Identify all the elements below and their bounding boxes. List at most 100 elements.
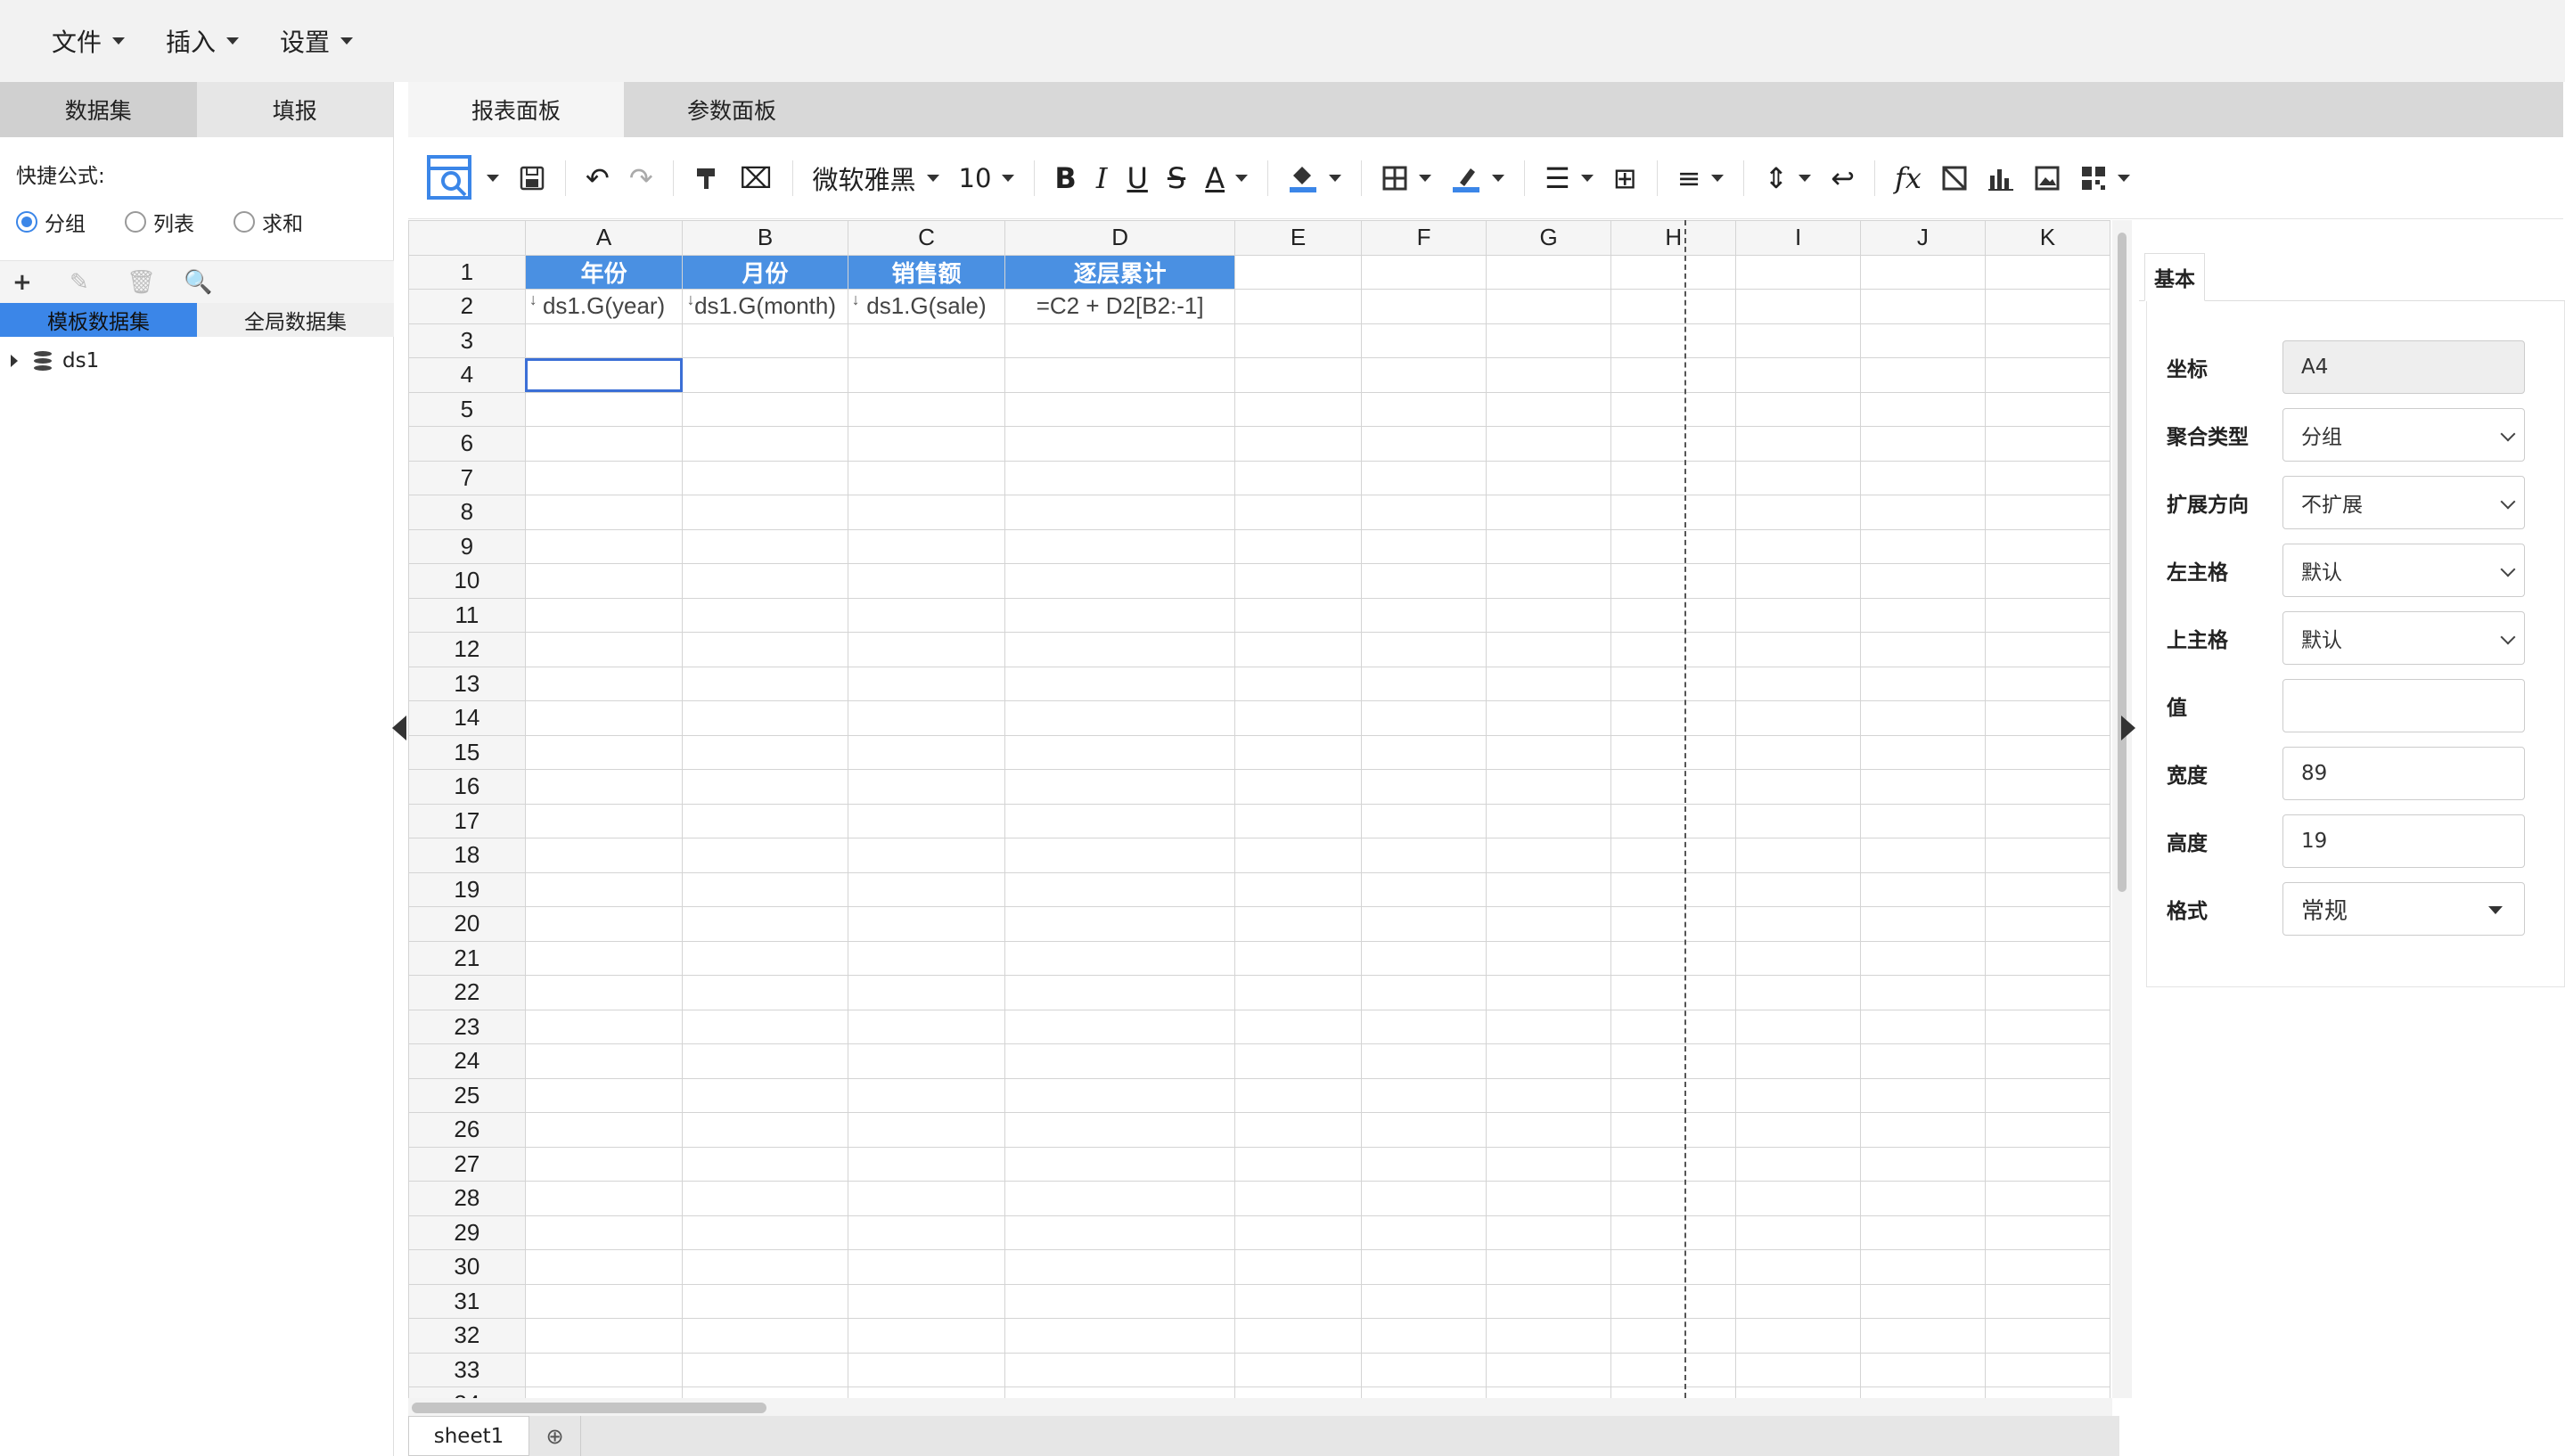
- cell-c22[interactable]: [847, 975, 1006, 1010]
- cell-a4[interactable]: [524, 357, 684, 393]
- cell-i3[interactable]: [1735, 323, 1861, 358]
- cell-d33[interactable]: [1004, 1352, 1236, 1387]
- cell-j13[interactable]: [1859, 666, 1986, 701]
- cell-g2[interactable]: [1486, 289, 1612, 324]
- cell-j24[interactable]: [1859, 1043, 1986, 1079]
- cell-a3[interactable]: [524, 323, 684, 358]
- cell-d9[interactable]: [1004, 528, 1236, 564]
- cell-d2[interactable]: =C2 + D2[B2:-1]: [1004, 289, 1236, 324]
- horizontal-scrollbar-thumb[interactable]: [412, 1403, 766, 1413]
- cell-g33[interactable]: [1486, 1352, 1612, 1387]
- row-header[interactable]: 7: [408, 460, 526, 495]
- cell-d19[interactable]: [1004, 871, 1236, 907]
- radio-group[interactable]: 分组: [16, 207, 86, 237]
- cell-b18[interactable]: [682, 838, 848, 873]
- cell-a28[interactable]: [524, 1181, 684, 1216]
- cell-b4[interactable]: [682, 357, 848, 393]
- cell-g14[interactable]: [1486, 700, 1612, 736]
- cell-j15[interactable]: [1859, 734, 1986, 770]
- horizontal-align-button[interactable]: ≡: [1677, 161, 1725, 195]
- cell-h10[interactable]: [1610, 563, 1737, 599]
- cell-c16[interactable]: [847, 769, 1006, 805]
- cell-f6[interactable]: [1361, 426, 1487, 462]
- cell-h19[interactable]: [1610, 871, 1737, 907]
- cell-g21[interactable]: [1486, 940, 1612, 976]
- row-header[interactable]: 6: [408, 426, 526, 462]
- row-header[interactable]: 10: [408, 563, 526, 599]
- cell-j18[interactable]: [1859, 838, 1986, 873]
- cell-h15[interactable]: [1610, 734, 1737, 770]
- cell-f7[interactable]: [1361, 460, 1487, 495]
- row-header[interactable]: 28: [408, 1181, 526, 1216]
- cell-f1[interactable]: [1361, 254, 1487, 290]
- cell-f24[interactable]: [1361, 1043, 1487, 1079]
- cell-c29[interactable]: [847, 1215, 1006, 1250]
- format-painter-button[interactable]: [693, 165, 720, 192]
- grid-corner[interactable]: [408, 220, 526, 256]
- font-color-button[interactable]: A: [1205, 161, 1249, 195]
- cell-h29[interactable]: [1610, 1215, 1737, 1250]
- cell-a22[interactable]: [524, 975, 684, 1010]
- save-button[interactable]: [519, 165, 545, 192]
- cell-a17[interactable]: [524, 803, 684, 838]
- cell-c24[interactable]: [847, 1043, 1006, 1079]
- cell-a31[interactable]: [524, 1283, 684, 1319]
- row-header[interactable]: 1: [408, 254, 526, 290]
- cell-h28[interactable]: [1610, 1181, 1737, 1216]
- cell-i5[interactable]: [1735, 391, 1861, 427]
- cell-i10[interactable]: [1735, 563, 1861, 599]
- cell-g15[interactable]: [1486, 734, 1612, 770]
- cell-h30[interactable]: [1610, 1249, 1737, 1285]
- cell-h13[interactable]: [1610, 666, 1737, 701]
- cell-d8[interactable]: [1004, 495, 1236, 530]
- cell-c19[interactable]: [847, 871, 1006, 907]
- undo-button[interactable]: ↶: [586, 161, 610, 195]
- cell-e8[interactable]: [1234, 495, 1363, 530]
- row-header[interactable]: 18: [408, 838, 526, 873]
- cell-j23[interactable]: [1859, 1009, 1986, 1044]
- cell-b1[interactable]: 月份: [682, 254, 848, 290]
- cell-g11[interactable]: [1486, 597, 1612, 633]
- row-header[interactable]: 32: [408, 1318, 526, 1354]
- cell-k22[interactable]: [1984, 975, 2110, 1010]
- cell-b17[interactable]: [682, 803, 848, 838]
- add-dataset-icon[interactable]: +: [12, 269, 70, 296]
- cell-h5[interactable]: [1610, 391, 1737, 427]
- cell-g3[interactable]: [1486, 323, 1612, 358]
- cell-c28[interactable]: [847, 1181, 1006, 1216]
- cell-a20[interactable]: [524, 906, 684, 942]
- insert-chart-button[interactable]: [1987, 165, 2014, 192]
- cell-j1[interactable]: [1859, 254, 1986, 290]
- cell-g19[interactable]: [1486, 871, 1612, 907]
- cell-i32[interactable]: [1735, 1318, 1861, 1354]
- row-header[interactable]: 17: [408, 803, 526, 838]
- cell-h33[interactable]: [1610, 1352, 1737, 1387]
- cell-b23[interactable]: [682, 1009, 848, 1044]
- cell-h23[interactable]: [1610, 1009, 1737, 1044]
- cell-h1[interactable]: [1610, 254, 1737, 290]
- cell-g17[interactable]: [1486, 803, 1612, 838]
- cell-j10[interactable]: [1859, 563, 1986, 599]
- cell-e5[interactable]: [1234, 391, 1363, 427]
- row-header[interactable]: 13: [408, 666, 526, 701]
- cell-e19[interactable]: [1234, 871, 1363, 907]
- format-select[interactable]: 常规: [2282, 882, 2525, 936]
- aggregate-type-select[interactable]: 分组: [2282, 408, 2525, 462]
- cell-d26[interactable]: [1004, 1112, 1236, 1148]
- tab-global-dataset[interactable]: 全局数据集: [197, 303, 394, 337]
- cell-i25[interactable]: [1735, 1077, 1861, 1113]
- cell-i16[interactable]: [1735, 769, 1861, 805]
- cell-e12[interactable]: [1234, 632, 1363, 667]
- cell-f34[interactable]: [1361, 1386, 1487, 1398]
- strikethrough-button[interactable]: S: [1168, 161, 1185, 195]
- cell-k23[interactable]: [1984, 1009, 2110, 1044]
- column-header-a[interactable]: A: [524, 220, 684, 256]
- cell-d11[interactable]: [1004, 597, 1236, 633]
- dataset-tree-item[interactable]: ds1: [11, 349, 99, 372]
- cell-i19[interactable]: [1735, 871, 1861, 907]
- insert-image-button[interactable]: [2034, 165, 2061, 192]
- cell-h6[interactable]: [1610, 426, 1737, 462]
- cell-i26[interactable]: [1735, 1112, 1861, 1148]
- cell-k33[interactable]: [1984, 1352, 2110, 1387]
- row-header[interactable]: 24: [408, 1043, 526, 1079]
